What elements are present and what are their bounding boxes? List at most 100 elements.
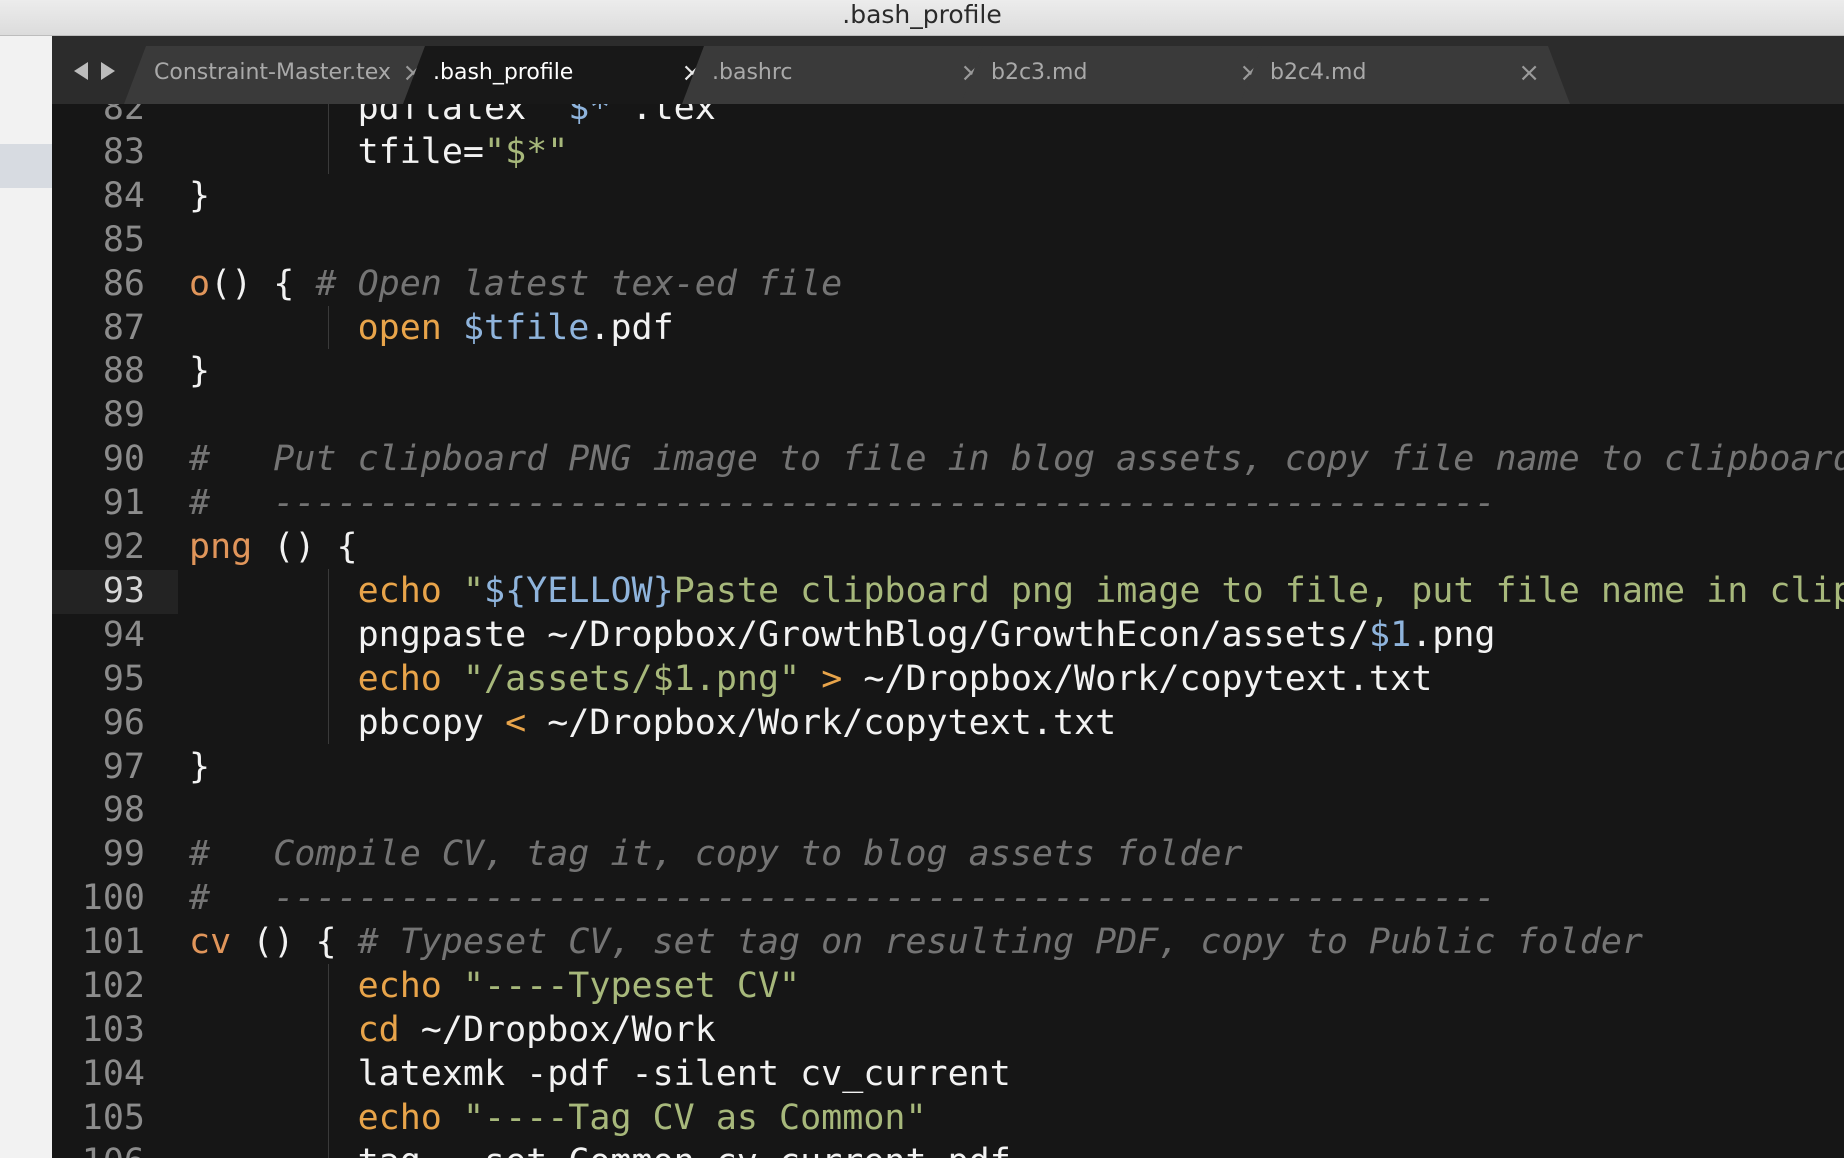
- code-token: ~/Dropbox/Work: [399, 1009, 716, 1050]
- code-token: echo: [357, 1097, 442, 1138]
- indent-guide: [328, 305, 329, 350]
- code-token: () {: [231, 922, 358, 963]
- code-line[interactable]: o() { # Open latest tex-ed file: [189, 262, 842, 306]
- code-token: "----Typeset CV": [462, 966, 801, 1006]
- code-token: ".tex: [610, 104, 716, 128]
- code-line[interactable]: pngpaste ~/Dropbox/GrowthBlog/GrowthEcon…: [189, 613, 1496, 657]
- code-area[interactable]: pdflatex "$*".tex tfile="$*"} o() { # Ope…: [189, 104, 1844, 1158]
- code-token: Paste clipboard png image to file, put f…: [673, 570, 1844, 611]
- line-number: 82: [102, 104, 145, 128]
- code-token: ~/Dropbox/Work/copytext.txt: [526, 702, 1117, 743]
- code-line[interactable]: tag --set Common cv_current.pdf: [189, 1140, 1011, 1158]
- code-token: tag --set Common cv_current.pdf: [189, 1142, 1011, 1158]
- code-token: () {: [252, 527, 358, 567]
- code-line[interactable]: }: [189, 174, 210, 218]
- code-token: pngpaste ~/Dropbox/GrowthBlog/GrowthEcon…: [189, 614, 1370, 655]
- code-line[interactable]: cv () { # Typeset CV, set tag on resulti…: [189, 920, 1643, 964]
- code-line[interactable]: # --------------------------------------…: [189, 481, 1495, 525]
- code-token: png: [189, 527, 253, 567]
- code-token: () {: [210, 263, 316, 304]
- code-token: ": [462, 570, 485, 611]
- code-token: latexmk -pdf -silent cv_current: [189, 1053, 1011, 1094]
- tab-label: .bashrc: [712, 60, 793, 85]
- code-token: }: [189, 746, 211, 787]
- window-title: .bash_profile: [842, 0, 1002, 29]
- line-number: 88: [102, 351, 145, 392]
- code-token: $*: [568, 104, 611, 128]
- code-token: "----Tag CV as Common": [462, 1097, 927, 1138]
- tab-label: Constraint-Master.tex: [154, 60, 391, 85]
- code-token: }: [189, 351, 211, 392]
- back-arrow-icon[interactable]: [74, 62, 88, 80]
- close-icon[interactable]: ×: [1518, 46, 1540, 104]
- tab-bar: Constraint-Master.tex × .bash_profile × .bas…: [52, 36, 1844, 104]
- code-token: "$*": [484, 131, 569, 172]
- line-number: 91: [102, 483, 145, 524]
- code-token: pbcopy: [189, 702, 506, 743]
- code-token: echo: [357, 570, 442, 611]
- code-line[interactable]: echo "----Typeset CV": [189, 964, 801, 1008]
- code-line[interactable]: # Put clipboard PNG image to file in blo…: [189, 437, 1844, 481]
- line-number: 103: [81, 1009, 145, 1050]
- indent-guide: [328, 104, 329, 174]
- code-line[interactable]: # Compile CV, tag it, copy to blog asset…: [189, 832, 1243, 876]
- code-line[interactable]: cd ~/Dropbox/Work: [189, 1008, 716, 1052]
- code-token: echo: [357, 658, 442, 699]
- line-number: 98: [102, 790, 145, 831]
- code-line[interactable]: pdflatex "$*".tex: [189, 104, 716, 130]
- code-token: .pdf: [589, 307, 674, 348]
- code-line[interactable]: open $tfile.pdf: [189, 306, 674, 350]
- code-token: pdflatex ": [189, 104, 569, 128]
- code-line[interactable]: latexmk -pdf -silent cv_current: [189, 1052, 1011, 1096]
- sidebar-selected-item[interactable]: [0, 144, 52, 188]
- line-number-gutter: 82 83 84 85 86 87 88 89 90 91 92 93 94 95 96 97 98 99 100 1…: [52, 104, 178, 1158]
- code-token: echo: [357, 966, 442, 1006]
- line-number: 96: [102, 702, 145, 743]
- code-token: open: [357, 307, 442, 348]
- indent-guide: [328, 568, 329, 745]
- line-number: 99: [102, 834, 145, 875]
- code-line[interactable]: png () {: [189, 525, 358, 569]
- forward-arrow-icon[interactable]: [101, 62, 115, 80]
- code-token: cv: [189, 922, 232, 963]
- line-number: 97: [102, 746, 145, 787]
- code-token: # Put clipboard PNG image to file in blo…: [189, 439, 1844, 480]
- code-line[interactable]: echo "----Tag CV as Common": [189, 1096, 927, 1140]
- code-line[interactable]: tfile="$*": [189, 130, 569, 174]
- code-line[interactable]: echo "${YELLOW}Paste clipboard png image…: [189, 569, 1844, 613]
- tab-label: .bash_profile: [433, 60, 574, 85]
- line-number: 85: [102, 219, 145, 260]
- code-line[interactable]: # --------------------------------------…: [189, 876, 1495, 920]
- code-editor[interactable]: 82 83 84 85 86 87 88 89 90 91 92 93 94 95 96 97 98 99 100 1…: [52, 104, 1844, 1158]
- line-number: 89: [102, 395, 145, 436]
- line-number: 102: [81, 966, 145, 1006]
- code-token: $1: [1369, 614, 1412, 655]
- code-line[interactable]: }: [189, 349, 210, 393]
- indent-guide: [328, 964, 329, 1158]
- line-number: 95: [102, 658, 145, 699]
- code-line[interactable]: echo "/assets/$1.png" > ~/Dropbox/Work/c…: [189, 657, 1433, 701]
- line-number: 105: [81, 1097, 145, 1138]
- code-token: # --------------------------------------…: [189, 483, 1496, 524]
- line-number: 90: [102, 439, 145, 480]
- tab-b2c4-md[interactable]: b2c4.md ×: [1240, 46, 1570, 104]
- code-token: # --------------------------------------…: [189, 878, 1496, 919]
- code-token: >: [821, 658, 843, 699]
- code-token: $tfile: [462, 307, 590, 348]
- code-line[interactable]: }: [189, 745, 210, 789]
- line-number: 83: [102, 131, 145, 172]
- line-number: 92: [102, 527, 145, 567]
- code-token: # Open latest tex-ed file: [315, 263, 843, 304]
- line-number: 86: [102, 263, 145, 304]
